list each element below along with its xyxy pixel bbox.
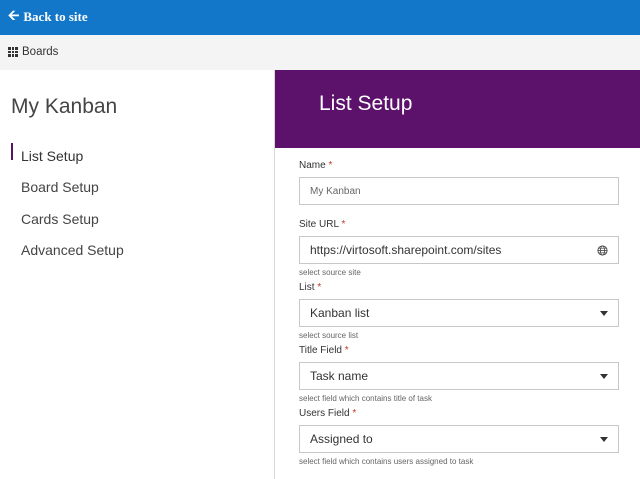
back-to-site-link[interactable]: 🡨 Back to site — [8, 9, 88, 25]
site-url-input-value: https://virtosoft.sharepoint.com/sites — [310, 243, 502, 257]
list-help: select source list — [299, 331, 359, 340]
users-field-select[interactable]: Assigned to — [299, 425, 619, 453]
panel-header: List Setup — [275, 70, 640, 148]
title-field-label: Title Field * — [299, 345, 349, 356]
panel-title: List Setup — [319, 92, 413, 115]
title-field-help: select field which contains title of tas… — [299, 394, 432, 403]
users-field-help: select field which contains users assign… — [299, 457, 474, 466]
board-title: My Kanban — [11, 95, 118, 118]
chevron-down-icon[interactable] — [600, 311, 608, 316]
sub-bar: Boards — [0, 35, 640, 70]
list-setup-form: Name * My Kanban Site URL * https://virt… — [299, 160, 619, 467]
title-field-select[interactable]: Task name — [299, 362, 619, 390]
setup-nav: List Setup Board Setup Cards Setup Advan… — [11, 140, 124, 266]
required-marker: * — [344, 345, 349, 356]
top-bar: 🡨 Back to site — [0, 0, 640, 35]
boards-link[interactable]: Boards — [8, 46, 58, 58]
globe-icon[interactable] — [597, 245, 608, 256]
back-to-site-label: Back to site — [23, 9, 88, 24]
required-marker: * — [328, 160, 333, 171]
nav-item-advanced-setup[interactable]: Advanced Setup — [11, 235, 124, 267]
site-url-label: Site URL * — [299, 219, 346, 230]
required-marker: * — [352, 408, 357, 419]
list-label: List * — [299, 282, 322, 293]
name-label: Name * — [299, 160, 333, 171]
required-marker: * — [341, 219, 346, 230]
site-url-input[interactable]: https://virtosoft.sharepoint.com/sites — [299, 236, 619, 264]
nav-item-cards-setup[interactable]: Cards Setup — [11, 203, 124, 235]
arrow-left-icon: 🡨 — [8, 9, 20, 24]
nav-item-list-setup[interactable]: List Setup — [11, 140, 124, 172]
chevron-down-icon[interactable] — [600, 437, 608, 442]
list-select[interactable]: Kanban list — [299, 299, 619, 327]
name-input[interactable]: My Kanban — [299, 177, 619, 205]
required-marker: * — [317, 282, 322, 293]
title-field-select-value: Task name — [310, 369, 369, 383]
site-url-help: select source site — [299, 268, 361, 277]
boards-label: Boards — [22, 46, 59, 58]
grid-icon — [8, 47, 18, 57]
name-input-value: My Kanban — [310, 185, 361, 197]
users-field-label: Users Field * — [299, 408, 357, 419]
list-select-value: Kanban list — [310, 306, 370, 320]
chevron-down-icon[interactable] — [600, 374, 608, 379]
setup-panel: List Setup Name * My Kanban Site URL * h… — [274, 70, 640, 479]
users-field-select-value: Assigned to — [310, 432, 373, 446]
nav-item-board-setup[interactable]: Board Setup — [11, 172, 124, 204]
